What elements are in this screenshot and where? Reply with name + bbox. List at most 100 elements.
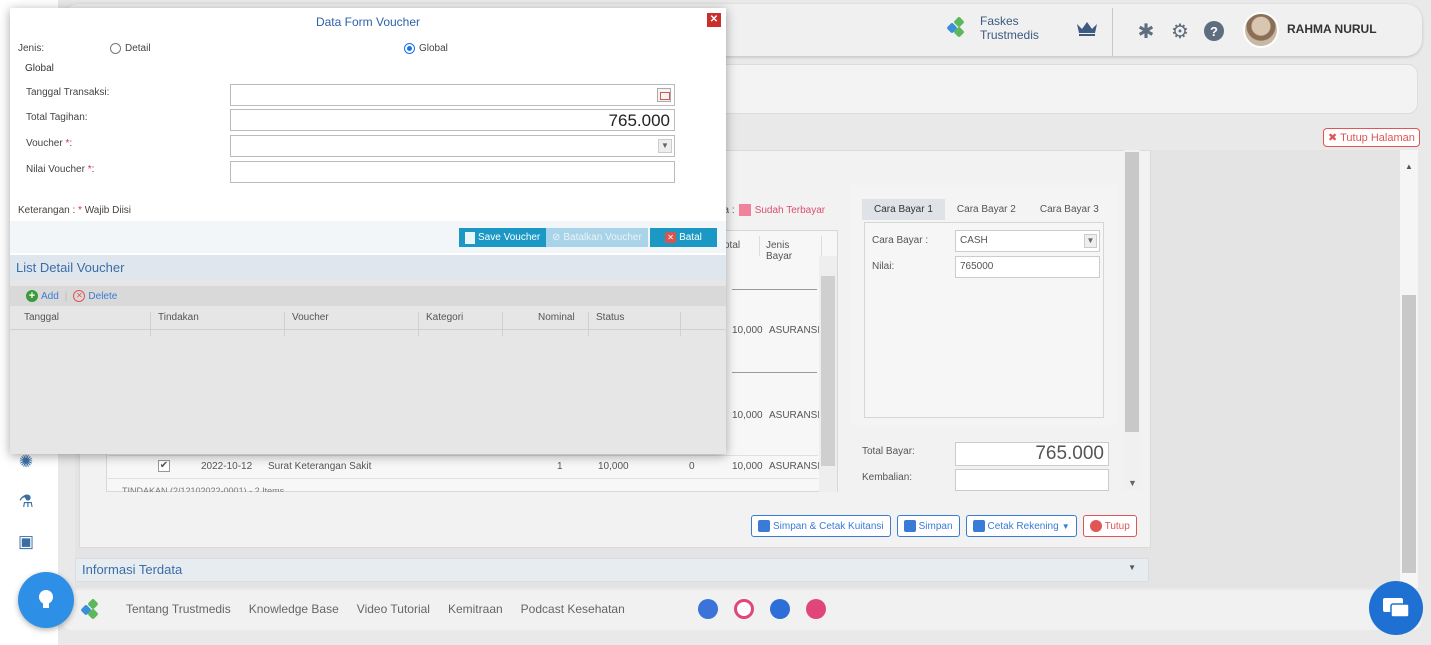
row-checkbox[interactable]: ✔ bbox=[158, 460, 170, 472]
trustmedis-logo-icon bbox=[80, 598, 104, 622]
crown-icon[interactable] bbox=[1076, 20, 1098, 36]
radio-global[interactable]: Global bbox=[404, 43, 448, 54]
nilai-input[interactable]: 765000 bbox=[955, 256, 1100, 278]
batal-button[interactable]: ✕ Batal bbox=[650, 228, 717, 247]
footer-link-tentang[interactable]: Tentang Trustmedis bbox=[126, 602, 231, 616]
list-header: Tanggal Tindakan Voucher Kategori Nomina… bbox=[10, 306, 726, 336]
col-jenis-bayar: Jenis Bayar bbox=[760, 236, 822, 262]
save-voucher-button[interactable]: Save Voucher bbox=[459, 228, 547, 247]
footer-link-podcast[interactable]: Podcast Kesehatan bbox=[521, 602, 625, 616]
monitor-heart-icon[interactable]: ▣ bbox=[14, 530, 38, 554]
help-icon[interactable]: ? bbox=[1202, 20, 1226, 44]
grid-cell-total: 10,000 bbox=[732, 410, 763, 421]
batalkan-voucher-button[interactable]: ⊘ Batalkan Voucher bbox=[546, 228, 648, 247]
chat-icon bbox=[1383, 598, 1410, 618]
scroll-down-icon[interactable]: ▼ bbox=[1128, 478, 1137, 488]
add-icon: + bbox=[26, 290, 38, 302]
scroll-up-icon[interactable]: ▲ bbox=[1405, 162, 1413, 171]
close-icon: ✕ bbox=[665, 232, 677, 243]
linkedin-icon[interactable] bbox=[770, 599, 790, 619]
grid-row-divider bbox=[108, 455, 818, 456]
simpan-button[interactable]: Simpan bbox=[896, 515, 960, 537]
instagram-icon[interactable] bbox=[734, 599, 754, 619]
grid-scrollbar[interactable] bbox=[819, 256, 837, 492]
chevron-down-icon[interactable]: ▼ bbox=[1128, 563, 1136, 572]
col-kategori[interactable]: Kategori bbox=[426, 312, 463, 323]
add-button[interactable]: + Add bbox=[26, 290, 59, 302]
save-icon bbox=[903, 520, 916, 532]
footer-link-video[interactable]: Video Tutorial bbox=[357, 602, 430, 616]
col-status[interactable]: Status bbox=[596, 312, 624, 323]
user-name[interactable]: RAHMA NURUL bbox=[1287, 22, 1377, 36]
trustmedis-logo-icon bbox=[946, 16, 970, 40]
calendar-icon[interactable] bbox=[657, 88, 671, 102]
chevron-down-icon[interactable]: ▼ bbox=[658, 139, 672, 153]
total-bayar-field: 765.000 bbox=[955, 442, 1109, 466]
voucher-select[interactable]: ▼ bbox=[230, 135, 675, 157]
brand-name: Faskes Trustmedis bbox=[980, 14, 1039, 42]
billing-grid-header: otal Jenis Bayar bbox=[718, 236, 822, 262]
puzzle-icon[interactable]: ✱ bbox=[1134, 20, 1158, 44]
radio-checked-icon bbox=[404, 43, 415, 54]
save-icon bbox=[758, 520, 770, 532]
payment-tabs: Cara Bayar 1 Cara Bayar 2 Cara Bayar 3 bbox=[862, 199, 1111, 220]
payment-actions: Simpan & Cetak Kuitansi Simpan Cetak Rek… bbox=[751, 515, 1137, 537]
close-icon[interactable]: ✕ bbox=[707, 13, 721, 27]
radio-detail[interactable]: Detail bbox=[110, 43, 151, 54]
list-title: List Detail Voucher bbox=[10, 255, 726, 280]
cetak-rekening-button[interactable]: Cetak Rekening ▼ bbox=[965, 515, 1077, 537]
tab-cara-bayar-3[interactable]: Cara Bayar 3 bbox=[1028, 199, 1111, 220]
header-divider bbox=[1112, 8, 1113, 56]
paid-color-swatch bbox=[738, 204, 751, 216]
cara-bayar-label: Cara Bayar : bbox=[872, 235, 929, 246]
col-tanggal[interactable]: Tanggal bbox=[24, 312, 59, 323]
youtube-icon[interactable] bbox=[806, 599, 826, 619]
row-jenis: ASURANSI bbox=[769, 461, 821, 472]
facebook-icon[interactable] bbox=[698, 599, 718, 619]
row-total: 10,000 bbox=[732, 461, 763, 472]
list-toolbar: + Add | ✕ Delete bbox=[10, 286, 726, 306]
nilai-voucher-label: Nilai Voucher *: bbox=[26, 164, 95, 175]
col-voucher[interactable]: Voucher bbox=[292, 312, 329, 323]
flask-icon[interactable]: ⚗ bbox=[14, 490, 38, 514]
informasi-terdata-panel[interactable]: Informasi Terdata ▼ bbox=[75, 558, 1149, 582]
svg-text:?: ? bbox=[1210, 24, 1218, 39]
nilai-voucher-input[interactable] bbox=[230, 161, 675, 183]
tutup-button[interactable]: Tutup bbox=[1082, 515, 1137, 537]
row-qty: 1 bbox=[557, 461, 563, 472]
simpan-cetak-kuitansi-button[interactable]: Simpan & Cetak Kuitansi bbox=[751, 515, 891, 537]
avatar[interactable] bbox=[1243, 12, 1279, 48]
col-nominal[interactable]: Nominal bbox=[538, 312, 575, 323]
grid-cell-jenis: ASURANSI bbox=[769, 325, 821, 336]
group-row-partial[interactable]: TINDAKAN (2/12102022-0001) - 2 Items bbox=[122, 486, 284, 492]
payment-scrollbar[interactable]: ▼ bbox=[1124, 150, 1140, 490]
row-disc: 0 bbox=[689, 461, 695, 472]
row-date: 2022-10-12 bbox=[201, 461, 253, 472]
grid-divider bbox=[732, 372, 817, 373]
chat-button[interactable] bbox=[1369, 581, 1423, 635]
modal-title: Data Form Voucher bbox=[315, 15, 421, 29]
cara-bayar-select[interactable]: CASH ▼ bbox=[955, 230, 1100, 252]
close-circle-icon bbox=[1089, 520, 1102, 532]
tab-cara-bayar-1[interactable]: Cara Bayar 1 bbox=[862, 199, 945, 220]
delete-button[interactable]: ✕ Delete bbox=[73, 290, 117, 302]
footer-links: Tentang Trustmedis Knowledge Base Video … bbox=[126, 602, 625, 616]
delete-icon: ✕ bbox=[73, 290, 86, 302]
gear-icon[interactable]: ⚙ bbox=[1168, 20, 1192, 44]
close-page-button[interactable]: ✖ Tutup Halaman bbox=[1323, 128, 1420, 147]
list-detail-voucher: List Detail Voucher + Add | ✕ Delete Tangg… bbox=[10, 255, 726, 454]
section-label: Global bbox=[25, 63, 54, 74]
kembalian-field[interactable] bbox=[955, 469, 1109, 491]
tanggal-transaksi-input[interactable] bbox=[230, 84, 675, 106]
col-tindakan[interactable]: Tindakan bbox=[158, 312, 199, 323]
grid-row-divider bbox=[108, 478, 818, 479]
lightbulb-help-button[interactable] bbox=[18, 572, 74, 628]
print-icon bbox=[972, 520, 985, 532]
page-scrollbar[interactable]: ▲ bbox=[1400, 150, 1418, 588]
tab-cara-bayar-2[interactable]: Cara Bayar 2 bbox=[945, 199, 1028, 220]
voucher-modal: Data Form Voucher ✕ Jenis: Detail Global… bbox=[10, 8, 726, 454]
footer-link-kemitraan[interactable]: Kemitraan bbox=[448, 602, 503, 616]
footer-link-knowledge[interactable]: Knowledge Base bbox=[249, 602, 339, 616]
grid-cell-jenis: ASURANSI bbox=[769, 410, 821, 421]
chevron-down-icon[interactable]: ▼ bbox=[1084, 234, 1097, 248]
